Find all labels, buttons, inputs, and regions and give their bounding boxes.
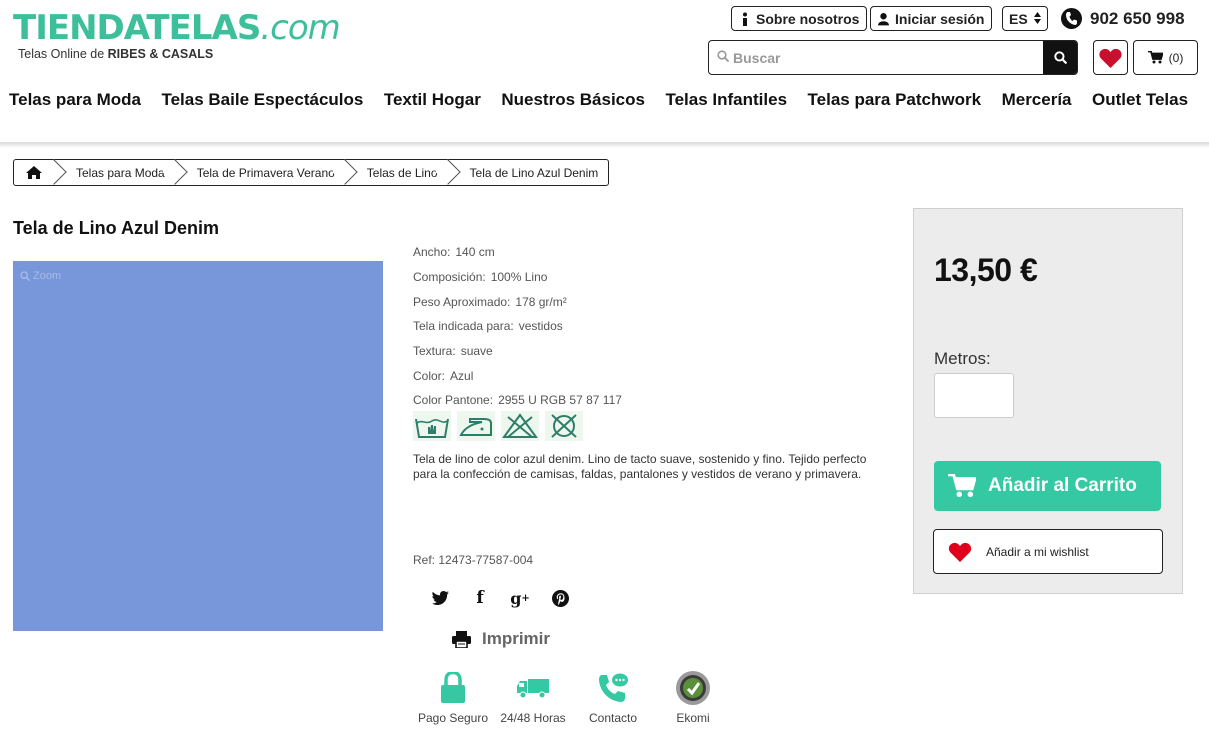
nav-telas-para-patchwork[interactable]: Telas para Patchwork [808, 90, 982, 110]
phone-contact[interactable]: 902 650 998 [1061, 6, 1185, 31]
trust-delivery[interactable]: 24/48 Horas [493, 669, 573, 725]
add-to-cart-button[interactable]: Añadir al Carrito [934, 461, 1161, 511]
main-navigation: Telas para Moda Telas Baile Espectáculos… [0, 88, 1209, 112]
about-us-label: Sobre nosotros [756, 10, 860, 27]
cart-button[interactable]: (0) [1133, 40, 1198, 75]
breadcrumb-item[interactable]: Telas para Moda [56, 160, 177, 185]
spec-composicion: Composición: 100% Lino [413, 270, 548, 285]
product-title: Tela de Lino Azul Denim [13, 218, 220, 238]
cart-icon [1147, 51, 1163, 64]
purchase-panel: 13,50 € Metros: Añadir al Carrito Añadir… [913, 208, 1183, 594]
trust-badges: Pago Seguro 24/48 Horas Contacto Ekomi [413, 669, 733, 725]
product-image[interactable]: Zoom [13, 261, 383, 631]
select-arrows-icon [1033, 11, 1041, 27]
heart-icon [948, 542, 972, 562]
lock-icon [440, 669, 466, 707]
user-icon [878, 12, 889, 26]
spec-ancho: Ancho: 140 cm [413, 245, 495, 260]
search-bar [708, 40, 1078, 75]
trust-contact[interactable]: Contacto [573, 669, 653, 725]
product-reference: Ref: 12473-77587-004 [413, 553, 534, 567]
phone-icon [1061, 8, 1082, 29]
nav-telas-para-moda[interactable]: Telas para Moda [9, 90, 141, 110]
phone-number: 902 650 998 [1090, 8, 1185, 28]
google-plus-icon[interactable]: g + [500, 586, 540, 610]
breadcrumb-item[interactable]: Tela de Primavera Verano [177, 160, 347, 185]
login-button[interactable]: Iniciar sesión [870, 6, 993, 31]
product-description: Tela de lino de color azul denim. Lino d… [413, 452, 867, 481]
twitter-icon[interactable] [420, 586, 460, 610]
trust-secure-payment[interactable]: Pago Seguro [413, 669, 493, 725]
search-button[interactable] [1043, 41, 1077, 74]
no-bleach-icon [501, 411, 539, 441]
home-icon [26, 166, 42, 179]
social-share: f g + [420, 586, 580, 610]
nav-nuestros-basicos[interactable]: Nuestros Básicos [501, 90, 645, 110]
site-logo[interactable]: TIENDATELAS.com Telas Online de RIBES & … [13, 8, 341, 61]
breadcrumb: Telas para Moda Tela de Primavera Verano… [13, 159, 610, 186]
spec-peso: Peso Aproximado: 178 gr/m² [413, 294, 567, 309]
logo-wordmark: TIENDATELAS.com [13, 8, 341, 48]
nav-telas-baile-espectaculos[interactable]: Telas Baile Espectáculos [161, 90, 363, 110]
print-button[interactable]: Imprimir [452, 629, 550, 649]
nav-merceria[interactable]: Mercería [1002, 90, 1072, 110]
spec-uso: Tela indicada para: vestidos [413, 319, 563, 334]
iron-icon [457, 411, 495, 441]
cart-icon [948, 474, 976, 498]
wishlist-header-button[interactable] [1093, 40, 1128, 75]
hand-wash-icon [413, 411, 451, 441]
quantity-input[interactable] [934, 373, 1014, 418]
product-price: 13,50 € [934, 252, 1038, 288]
cart-count: (0) [1168, 50, 1184, 65]
no-dry-clean-icon [545, 411, 583, 441]
nav-outlet-telas[interactable]: Outlet Telas [1092, 90, 1188, 110]
magnifier-icon [20, 271, 30, 281]
print-label: Imprimir [482, 629, 551, 648]
language-value: ES [1009, 10, 1028, 27]
add-to-cart-label: Añadir al Carrito [988, 475, 1137, 496]
breadcrumb-home[interactable] [14, 160, 56, 185]
language-select[interactable]: ES [1002, 6, 1048, 31]
login-label: Iniciar sesión [895, 10, 985, 27]
pinterest-icon[interactable] [540, 586, 580, 610]
ekomi-seal-icon [675, 669, 711, 707]
heart-icon [1099, 48, 1122, 68]
spec-pantone: Color Pantone: 2955 U RGB 57 87 117 [413, 393, 622, 408]
add-to-wishlist-button[interactable]: Añadir a mi wishlist [933, 529, 1163, 574]
product-specs: Ancho: 140 cm Composición: 100% Lino Peso … [413, 240, 622, 413]
nav-textil-hogar[interactable]: Textil Hogar [384, 90, 481, 110]
truck-icon [516, 669, 550, 707]
wishlist-label: Añadir a mi wishlist [986, 544, 1089, 559]
info-icon [739, 12, 750, 26]
search-input[interactable] [733, 41, 1043, 74]
search-submit-icon [1053, 51, 1067, 64]
breadcrumb-current: Tela de Lino Azul Denim [469, 165, 599, 180]
quantity-label: Metros: [934, 349, 991, 368]
logo-tagline: Telas Online de RIBES & CASALS [18, 47, 214, 61]
nav-telas-infantiles[interactable]: Telas Infantiles [665, 90, 787, 110]
breadcrumb-item[interactable]: Telas de Lino [347, 160, 450, 185]
about-us-button[interactable]: Sobre nosotros [731, 6, 868, 31]
nav-divider [0, 142, 1209, 148]
care-instructions [413, 411, 583, 441]
spec-color: Color: Azul [413, 368, 474, 383]
trust-ekomi[interactable]: Ekomi [653, 669, 733, 725]
spec-textura: Textura: suave [413, 344, 493, 359]
search-icon [709, 50, 733, 65]
phone-chat-icon [597, 669, 629, 707]
facebook-icon[interactable]: f [460, 586, 500, 610]
zoom-hint: Zoom [20, 270, 61, 282]
printer-icon [452, 630, 471, 648]
